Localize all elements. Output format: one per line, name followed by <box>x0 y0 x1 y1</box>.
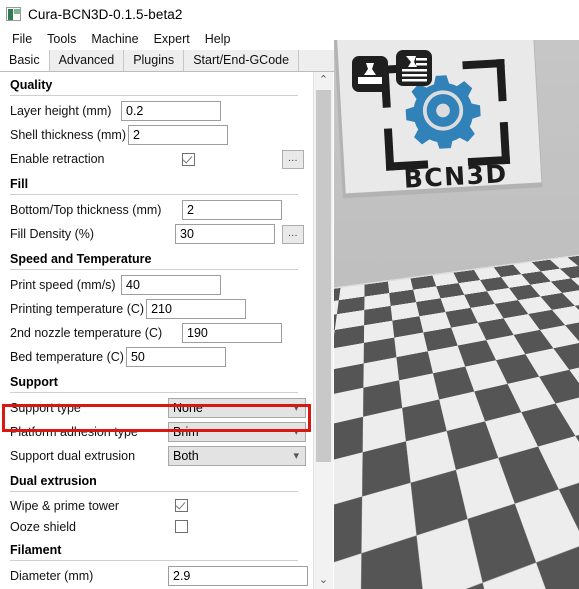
label-bed-temperature: Bed temperature (C) <box>10 350 124 364</box>
label-platform-adhesion-type: Platform adhesion type <box>10 425 138 439</box>
dropdown-platform-adhesion-type-value: Brim <box>173 425 199 439</box>
input-print-speed[interactable]: 40 <box>121 275 221 295</box>
chevron-down-icon: ▾ <box>293 450 299 462</box>
label-layer-height: Layer height (mm) <box>10 104 112 118</box>
label-fill-density: Fill Density (%) <box>10 227 95 241</box>
input-diameter[interactable]: 2.9 <box>168 566 308 586</box>
label-wipe-prime-tower: Wipe & prime tower <box>10 498 120 513</box>
dropdown-support-dual-extrusion-value: Both <box>173 449 199 463</box>
label-diameter: Diameter (mm) <box>10 569 94 583</box>
setting-row-support-type: Support type None ▾ <box>0 396 313 420</box>
input-shell-thickness[interactable]: 2 <box>128 125 228 145</box>
section-rule <box>10 491 298 492</box>
section-rule <box>10 194 298 195</box>
section-rule <box>10 269 298 270</box>
settings-scrollbar[interactable]: ⌃ ⌄ <box>313 72 333 589</box>
label-shell-thickness: Shell thickness (mm) <box>10 128 126 142</box>
scrollbar-thumb[interactable] <box>316 90 331 462</box>
tab-filler <box>299 50 336 71</box>
label-support-type: Support type <box>10 401 81 415</box>
more-options-button-fill-density[interactable]: ... <box>282 224 304 244</box>
label-print-speed: Print speed (mm/s) <box>10 278 116 292</box>
setting-row-platform-adhesion-type: Platform adhesion type Brim ▾ <box>0 420 313 444</box>
tab-start-end-gcode[interactable]: Start/End-GCode <box>184 50 300 71</box>
setting-row-support-dual-extrusion: Support dual extrusion Both ▾ <box>0 444 313 468</box>
label-ooze-shield: Ooze shield <box>10 519 77 534</box>
settings-panel: Quality Layer height (mm) 0.2 Shell thic… <box>0 72 313 589</box>
scroll-up-arrow-icon[interactable]: ⌃ <box>314 72 333 89</box>
setting-row-second-nozzle-temperature: 2nd nozzle temperature (C) 190 <box>0 321 313 345</box>
tab-bar: Basic Advanced Plugins Start/End-GCode <box>0 50 336 72</box>
section-rule <box>10 392 298 393</box>
input-layer-height[interactable]: 0.2 <box>121 101 221 121</box>
input-fill-density[interactable]: 30 <box>175 224 275 244</box>
menu-item-tools[interactable]: Tools <box>40 30 84 48</box>
setting-row-ooze-shield: Ooze shield <box>0 516 313 537</box>
setting-row-layer-height: Layer height (mm) 0.2 <box>0 99 313 123</box>
setting-row-printing-temperature: Printing temperature (C) 210 <box>0 297 313 321</box>
section-rule <box>10 95 298 96</box>
section-title-support: Support <box>10 375 58 389</box>
chevron-down-icon: ▾ <box>293 426 299 438</box>
window-title: Cura-BCN3D-0.1.5-beta2 <box>28 6 183 22</box>
menu-item-machine[interactable]: Machine <box>84 30 146 48</box>
checkbox-enable-retraction[interactable] <box>182 152 195 166</box>
tab-basic[interactable]: Basic <box>0 50 50 71</box>
scroll-down-arrow-icon[interactable]: ⌄ <box>314 572 333 589</box>
label-enable-retraction: Enable retraction <box>10 152 105 166</box>
load-model-icon[interactable] <box>352 56 388 92</box>
save-gcode-icon[interactable] <box>396 50 432 86</box>
setting-row-shell-thickness: Shell thickness (mm) 2 <box>0 123 313 147</box>
setting-row-wipe-prime-tower: Wipe & prime tower <box>0 495 313 516</box>
tab-advanced[interactable]: Advanced <box>49 50 125 71</box>
input-bed-temperature[interactable]: 50 <box>125 347 226 367</box>
checkbox-ooze-shield[interactable] <box>175 520 188 533</box>
setting-row-bottom-top-thickness: Bottom/Top thickness (mm) 2 <box>0 198 313 222</box>
label-support-dual-extrusion: Support dual extrusion <box>10 449 136 463</box>
menu-item-file[interactable]: File <box>5 30 40 48</box>
setting-row-enable-retraction: Enable retraction ... <box>0 147 313 171</box>
section-title-quality: Quality <box>10 78 53 92</box>
setting-row-print-speed: Print speed (mm/s) 40 <box>0 273 313 297</box>
setting-row-diameter: Diameter (mm) 2.9 <box>0 564 313 588</box>
more-options-button-retraction[interactable]: ... <box>282 149 304 169</box>
menu-item-expert[interactable]: Expert <box>147 30 198 48</box>
chevron-down-icon: ▾ <box>293 402 299 414</box>
dropdown-platform-adhesion-type[interactable]: Brim ▾ <box>168 422 306 442</box>
input-bottom-top-thickness[interactable]: 2 <box>182 200 282 220</box>
app-icon <box>6 7 21 21</box>
label-printing-temperature: Printing temperature (C) <box>10 302 145 316</box>
label-bottom-top-thickness: Bottom/Top thickness (mm) <box>10 203 162 217</box>
section-title-dual-extrusion: Dual extrusion <box>10 474 97 488</box>
dropdown-support-type-value: None <box>173 401 203 415</box>
input-second-nozzle-temperature[interactable]: 190 <box>182 323 282 343</box>
section-title-filament: Filament <box>10 543 62 557</box>
input-printing-temperature[interactable]: 210 <box>146 299 247 319</box>
tab-plugins[interactable]: Plugins <box>124 50 185 71</box>
3d-viewport[interactable]: BCN3D <box>334 40 579 589</box>
checkbox-wipe-prime-tower[interactable] <box>175 499 188 512</box>
label-second-nozzle-temperature: 2nd nozzle temperature (C) <box>10 326 163 340</box>
dropdown-support-dual-extrusion[interactable]: Both ▾ <box>168 446 306 466</box>
section-title-fill: Fill <box>10 177 29 191</box>
menu-item-help[interactable]: Help <box>198 30 239 48</box>
title-bar: Cura-BCN3D-0.1.5-beta2 <box>0 0 579 28</box>
section-rule <box>10 560 298 561</box>
setting-row-fill-density: Fill Density (%) 30 ... <box>0 222 313 246</box>
dropdown-support-type[interactable]: None ▾ <box>168 398 306 418</box>
setting-row-bed-temperature: Bed temperature (C) 50 <box>0 345 313 369</box>
section-title-speed-and-temperature: Speed and Temperature <box>10 252 152 266</box>
